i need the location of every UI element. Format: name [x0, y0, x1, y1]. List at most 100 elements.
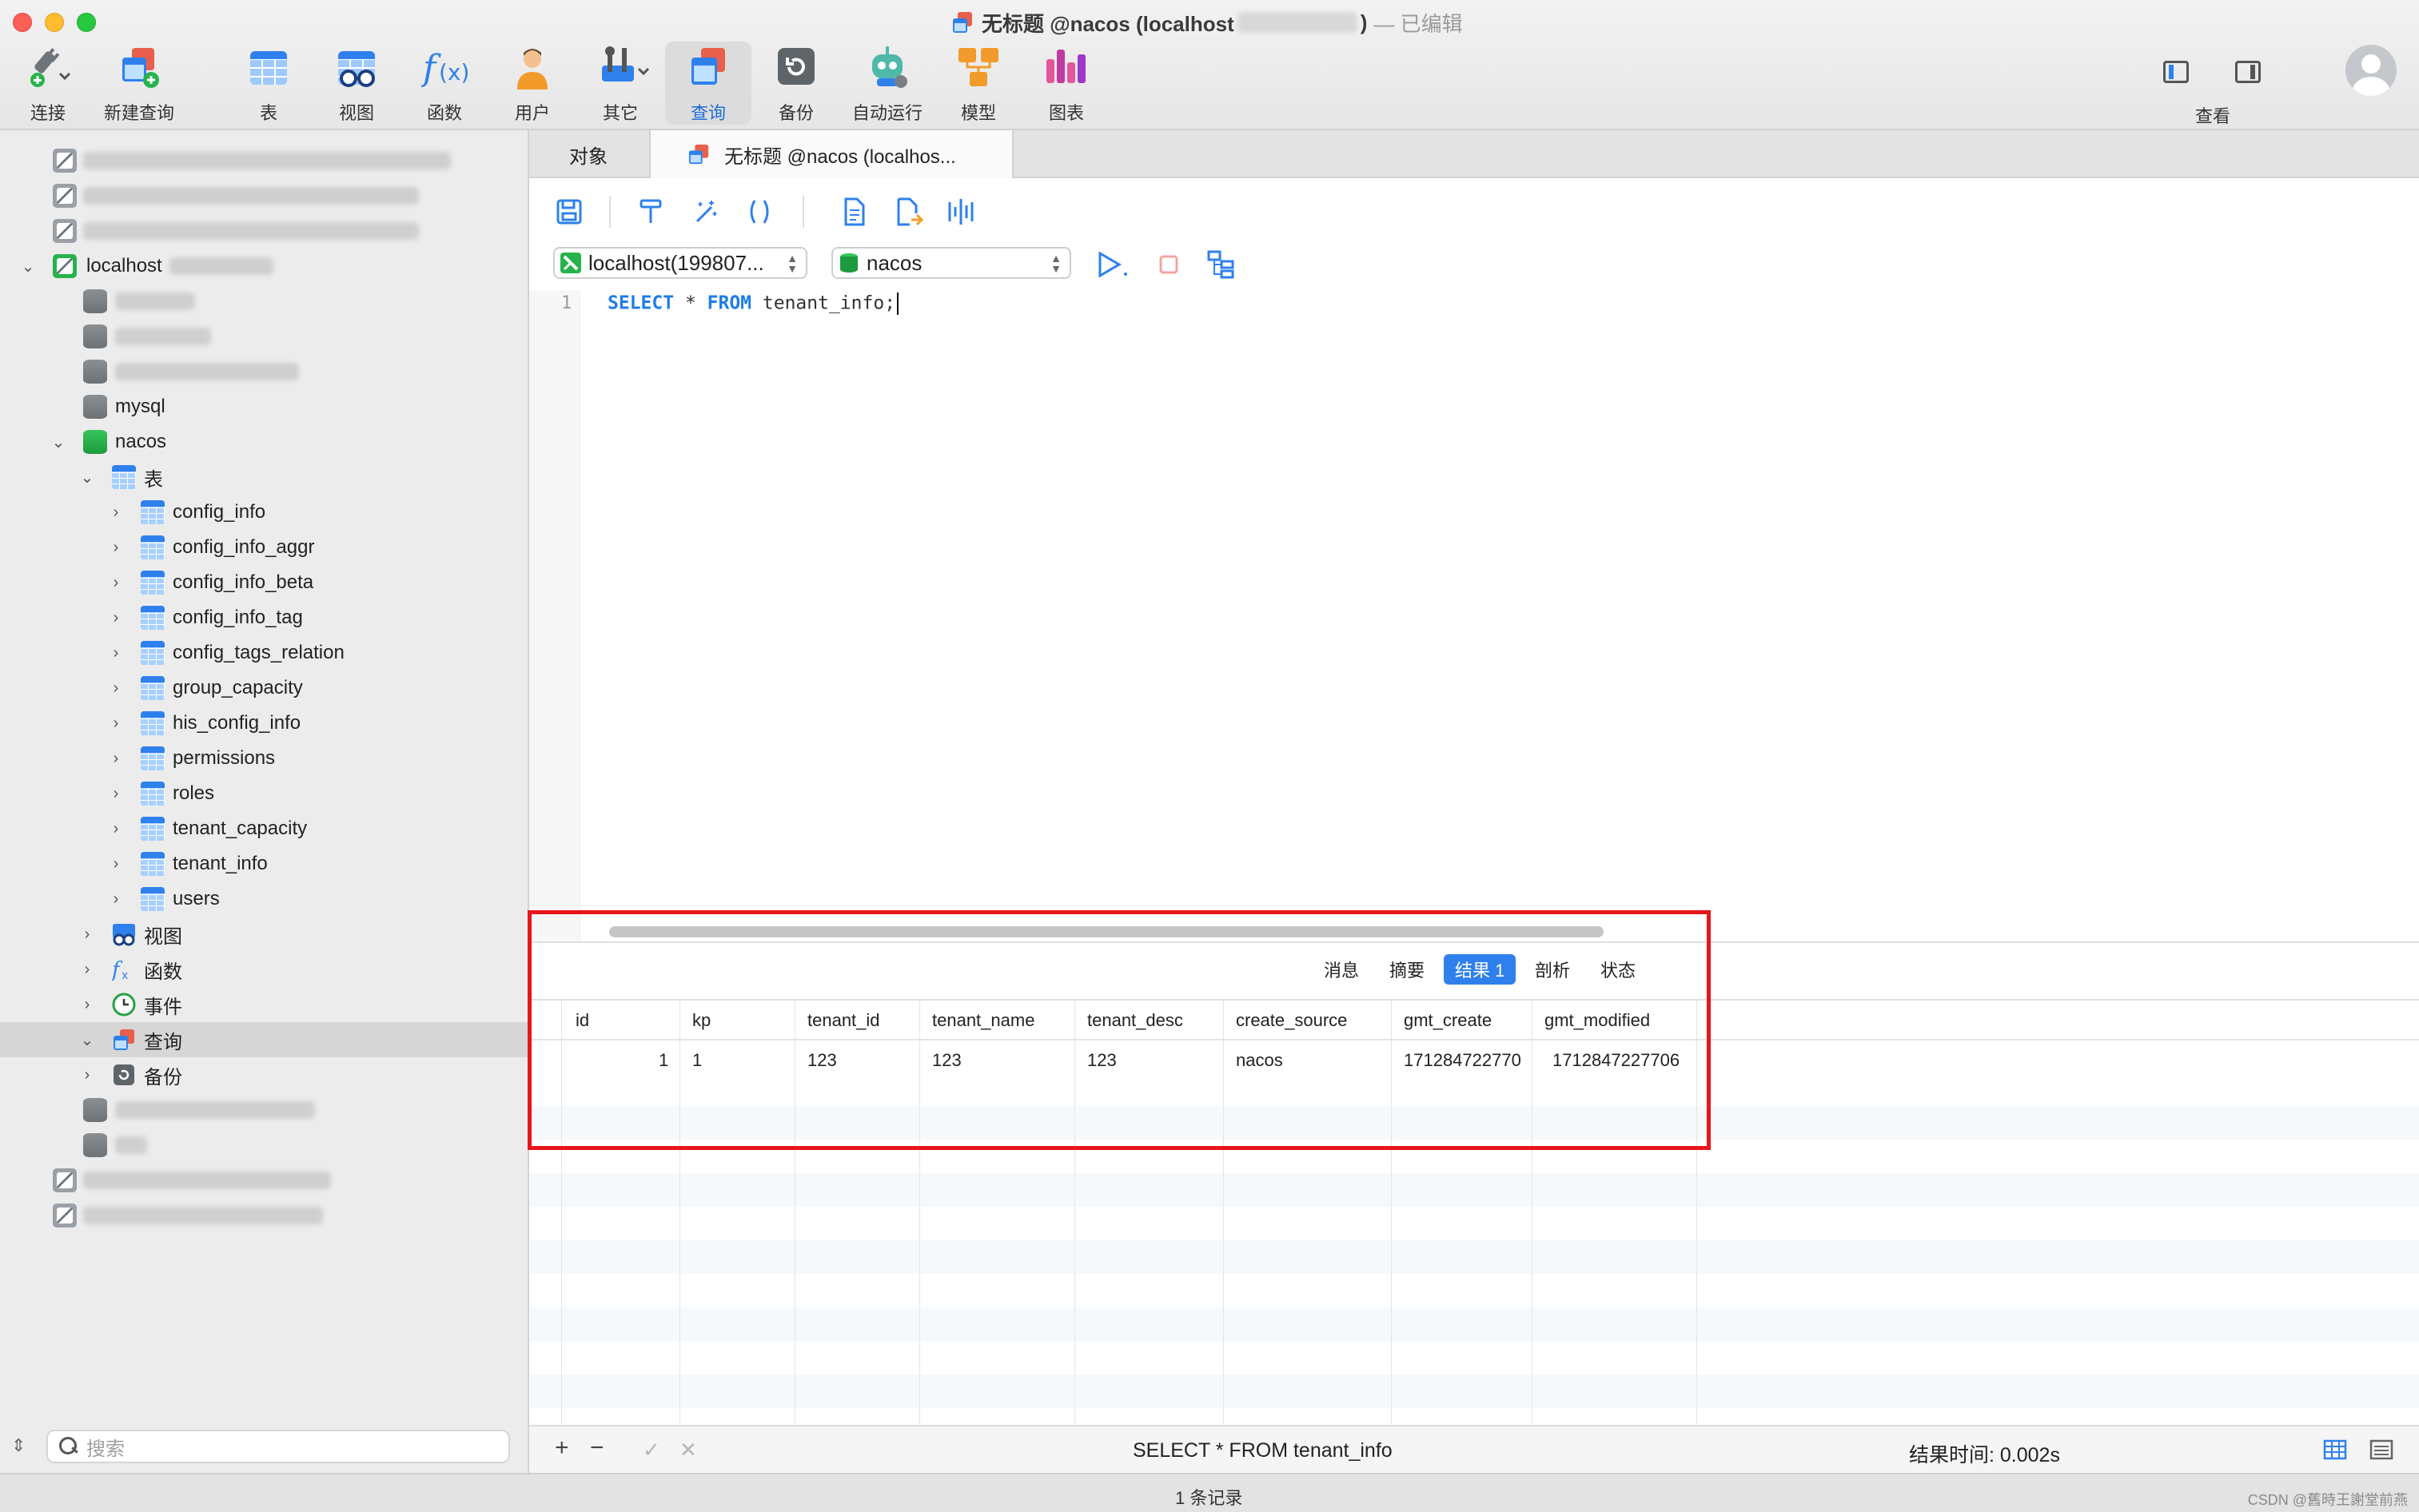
parentheses-icon[interactable] — [743, 196, 775, 228]
tree-item-views-group[interactable]: › 视图 — [0, 917, 528, 952]
sort-icon[interactable]: ⇕ — [11, 1435, 26, 1456]
tab-status[interactable]: 状态 — [1589, 954, 1647, 985]
save-icon[interactable] — [553, 196, 585, 228]
database-select[interactable]: nacos ▲ ▼ — [831, 247, 1071, 279]
table-cell[interactable]: nacos — [1226, 1042, 1283, 1079]
column-header[interactable]: create_source — [1226, 1002, 1347, 1039]
chevron-down-icon[interactable]: ⌄ — [50, 433, 67, 452]
user-button[interactable]: 用户 — [492, 42, 572, 125]
chevron-right-icon[interactable]: › — [107, 855, 125, 873]
function-button[interactable]: f (x) 函数 — [404, 42, 484, 125]
tree-item-table[interactable]: › config_info — [0, 495, 528, 530]
tree-item-backups-group[interactable]: › 备份 — [0, 1057, 528, 1092]
tree-item-database[interactable] — [0, 1092, 528, 1128]
table-cell[interactable]: 171284722770 — [1394, 1042, 1521, 1079]
tab-query[interactable]: 无标题 @nacos (localhos... — [649, 130, 1014, 178]
format-icon[interactable] — [635, 196, 667, 228]
magic-wand-icon[interactable] — [689, 196, 721, 228]
export-icon[interactable] — [892, 196, 924, 228]
column-header[interactable]: kp — [683, 1002, 711, 1039]
explain-icon[interactable] — [945, 196, 977, 228]
tab-result-1[interactable]: 结果 1 — [1444, 954, 1516, 985]
chevron-right-icon[interactable]: › — [107, 714, 125, 732]
table-button[interactable]: 表 — [229, 42, 309, 125]
tree-item-table[interactable]: › permissions — [0, 741, 528, 776]
table-cell[interactable]: 123 — [798, 1042, 837, 1079]
table-cell[interactable]: 1 — [649, 1042, 668, 1079]
other-button[interactable]: 其它 — [580, 42, 660, 125]
tree-item-table[interactable]: › tenant_info — [0, 846, 528, 881]
tree-item-events-group[interactable]: › 事件 — [0, 987, 528, 1022]
tree-item-table[interactable]: › roles — [0, 776, 528, 811]
chevron-right-icon[interactable]: › — [107, 820, 125, 838]
chevron-right-icon[interactable]: › — [107, 644, 125, 662]
chevron-down-icon[interactable]: ⌄ — [19, 257, 37, 276]
avatar[interactable] — [2345, 45, 2397, 96]
chevron-right-icon[interactable]: › — [107, 679, 125, 697]
grid-view-icon[interactable] — [2323, 1438, 2347, 1462]
tree-item-localhost[interactable]: ⌄ localhost — [0, 249, 528, 284]
tab-messages[interactable]: 消息 — [1313, 954, 1370, 985]
tree-item-functions-group[interactable]: › fx 函数 — [0, 952, 528, 987]
tree-item-table[interactable]: › tenant_capacity — [0, 811, 528, 846]
chevron-right-icon[interactable]: › — [78, 925, 96, 943]
tree-item-mysql[interactable]: mysql — [0, 389, 528, 424]
explain-tree-icon[interactable] — [1206, 249, 1237, 281]
horizontal-scrollbar[interactable] — [609, 926, 1604, 937]
table-cell[interactable]: 1 — [683, 1042, 702, 1079]
chevron-right-icon[interactable]: › — [107, 750, 125, 767]
tree-item-database[interactable] — [0, 1128, 528, 1163]
minimize-window-button[interactable] — [45, 13, 64, 32]
tree-item-table[interactable]: › config_tags_relation — [0, 635, 528, 670]
chevron-right-icon[interactable]: › — [107, 890, 125, 908]
chevron-right-icon[interactable]: › — [107, 574, 125, 591]
form-view-icon[interactable] — [2369, 1438, 2393, 1462]
tree-item-connection[interactable] — [0, 178, 528, 213]
connect-button[interactable]: 连接 — [8, 42, 88, 125]
close-window-button[interactable] — [13, 13, 32, 32]
view-button[interactable]: 视图 — [317, 42, 397, 125]
tree-item-connection[interactable] — [0, 143, 528, 178]
table-cell[interactable]: 123 — [923, 1042, 962, 1079]
tree-item-connection[interactable] — [0, 1163, 528, 1198]
column-header[interactable]: gmt_create — [1394, 1002, 1492, 1039]
document-icon[interactable] — [838, 196, 870, 228]
column-header[interactable]: tenant_name — [923, 1002, 1034, 1039]
chevron-right-icon[interactable]: › — [107, 785, 125, 802]
tree-item-database[interactable] — [0, 354, 528, 389]
tree-item-database[interactable] — [0, 319, 528, 354]
toggle-right-pane-icon[interactable] — [2235, 61, 2261, 83]
tree-item-table[interactable]: › group_capacity — [0, 670, 528, 706]
column-header[interactable]: tenant_desc — [1078, 1002, 1183, 1039]
tree-item-nacos[interactable]: ⌄ nacos — [0, 424, 528, 460]
chevron-right-icon[interactable]: › — [107, 503, 125, 521]
auto-run-button[interactable]: 自动运行 — [847, 42, 927, 125]
tab-summary[interactable]: 摘要 — [1378, 954, 1436, 985]
query-button[interactable]: 查询 — [665, 42, 751, 125]
stop-icon[interactable] — [1153, 249, 1185, 281]
column-header[interactable]: id — [566, 1002, 589, 1039]
table-cell[interactable]: 1712847227706 — [1543, 1042, 1680, 1079]
run-icon[interactable] — [1095, 249, 1127, 281]
chevron-down-icon[interactable]: ⌄ — [78, 1031, 96, 1049]
tree-item-queries-group[interactable]: ⌄ 查询 — [0, 1022, 528, 1057]
column-header[interactable]: gmt_modified — [1535, 1002, 1650, 1039]
toggle-left-pane-icon[interactable] — [2163, 61, 2189, 83]
add-row-button[interactable]: + — [555, 1434, 569, 1462]
tree-item-connection[interactable] — [0, 213, 528, 249]
connection-select[interactable]: localhost(199807... ▲ ▼ — [553, 247, 807, 279]
sidebar-search-input[interactable]: 搜索 — [46, 1430, 510, 1463]
tree-item-tables-group[interactable]: ⌄ 表 — [0, 460, 528, 495]
chevron-right-icon[interactable]: › — [78, 961, 96, 978]
chevron-right-icon[interactable]: › — [78, 1066, 96, 1084]
tree-item-table[interactable]: › users — [0, 881, 528, 917]
chevron-right-icon[interactable]: › — [107, 609, 125, 627]
delete-row-button[interactable]: − — [590, 1434, 604, 1462]
apply-changes-button[interactable]: ✓ — [643, 1438, 660, 1462]
tab-objects[interactable]: 对象 — [569, 130, 608, 178]
model-button[interactable]: 模型 — [939, 42, 1018, 125]
tree-item-table[interactable]: › his_config_info — [0, 706, 528, 741]
tree-item-table[interactable]: › config_info_aggr — [0, 530, 528, 565]
column-header[interactable]: tenant_id — [798, 1002, 880, 1039]
chevron-down-icon[interactable]: ⌄ — [78, 468, 96, 487]
